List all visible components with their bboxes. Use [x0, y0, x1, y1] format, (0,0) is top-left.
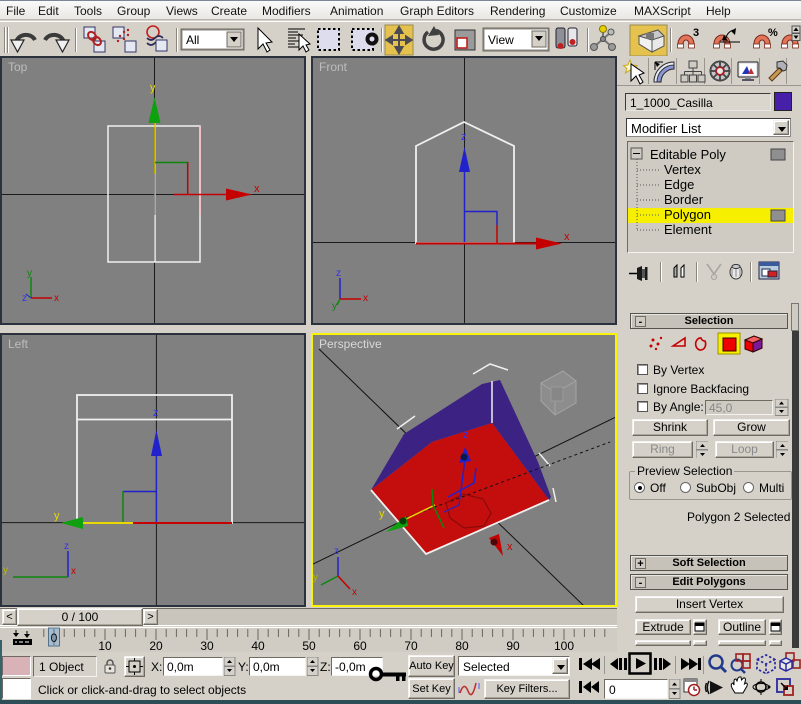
svg-text:Polygon: Polygon [664, 207, 711, 222]
svg-text:x: x [54, 293, 59, 304]
svg-text:x: x [71, 566, 76, 577]
svg-text:x: x [254, 183, 260, 195]
svg-text:y: y [379, 508, 385, 520]
svg-text:y: y [54, 510, 60, 522]
svg-text:x: x [363, 293, 368, 304]
svg-text:z: z [461, 131, 467, 143]
svg-text:z: z [334, 546, 339, 557]
svg-text:All: All [186, 33, 199, 47]
svg-text:y: y [27, 268, 32, 279]
svg-text:100: 100 [554, 639, 574, 652]
svg-text:z: z [64, 541, 69, 552]
svg-text:View: View [488, 33, 514, 47]
svg-text:90: 90 [506, 639, 520, 652]
svg-text:x: x [564, 231, 570, 243]
svg-text:Element: Element [664, 222, 712, 237]
svg-text:30: 30 [200, 639, 214, 652]
svg-text:Edge: Edge [664, 177, 694, 192]
svg-text:10: 10 [98, 639, 112, 652]
svg-text:20: 20 [149, 639, 163, 652]
svg-text:Editable Poly: Editable Poly [650, 147, 726, 162]
svg-text:y: y [150, 82, 156, 94]
svg-text:40: 40 [251, 639, 265, 652]
svg-text:z: z [153, 407, 159, 419]
svg-text:z: z [463, 429, 469, 441]
svg-text:%: % [768, 27, 778, 39]
svg-text:x: x [507, 541, 513, 553]
svg-text:z: z [336, 268, 341, 279]
svg-text:3: 3 [693, 27, 699, 39]
svg-text:x: x [352, 587, 357, 598]
svg-text:0: 0 [51, 631, 58, 645]
svg-text:y: y [3, 565, 8, 576]
svg-text:70: 70 [404, 639, 418, 652]
svg-text:Border: Border [664, 192, 704, 207]
svg-text:50: 50 [302, 639, 316, 652]
svg-text:60: 60 [353, 639, 367, 652]
svg-text:z: z [22, 293, 27, 304]
svg-text:Vertex: Vertex [664, 162, 701, 177]
svg-text:y: y [332, 301, 337, 312]
svg-text:80: 80 [455, 639, 469, 652]
svg-text:y: y [313, 572, 318, 583]
